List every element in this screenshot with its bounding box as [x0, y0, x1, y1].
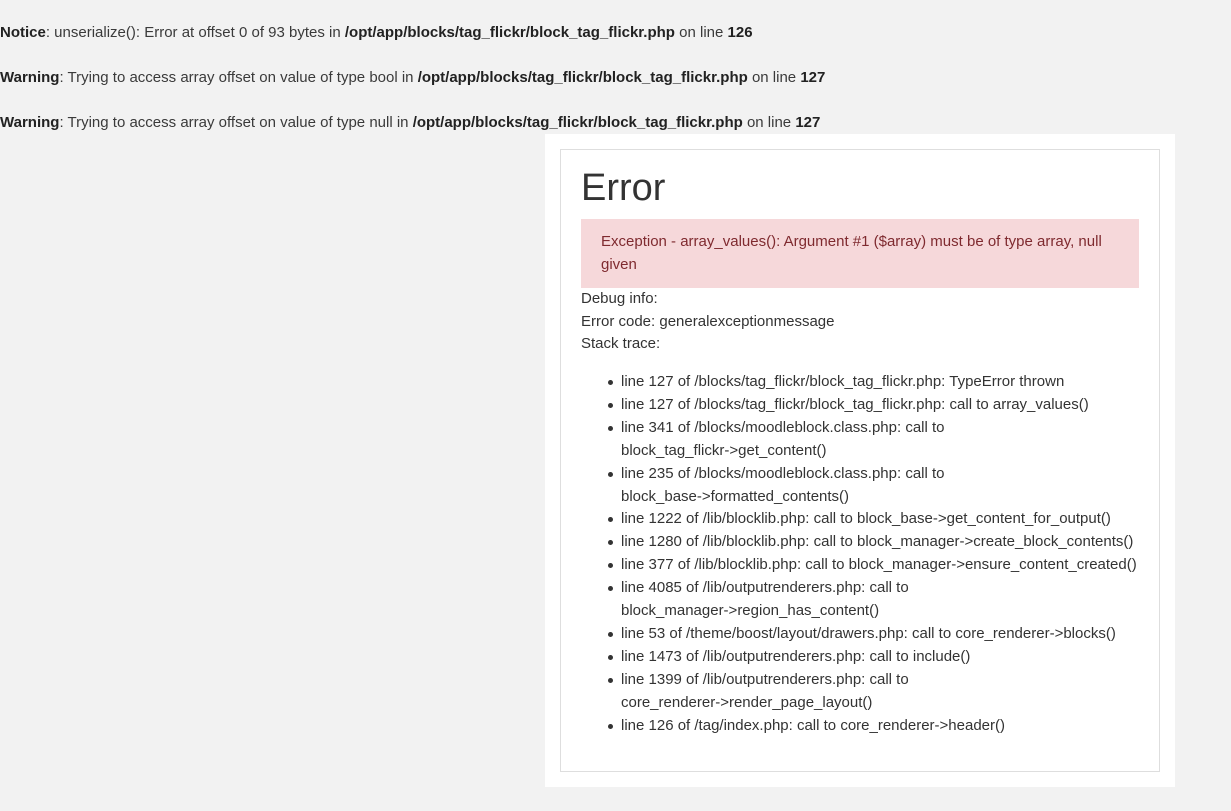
message-file-path: /opt/app/blocks/tag_flickr/block_tag_fli… — [344, 24, 675, 41]
message-text-line: on line — [742, 114, 796, 131]
stack-trace-item: line 1399 of /lib/outputrenderers.php: c… — [608, 669, 1181, 715]
message-text: : unserialize(): Error at offset 0 of 93… — [45, 24, 345, 41]
message-line-number: 127 — [800, 69, 826, 86]
stack-trace-item: line 4085 of /lib/outputrenderers.php: c… — [608, 577, 1181, 623]
message-text: : Trying to access array offset on value… — [59, 69, 418, 86]
php-notice-message: Notice: unserialize(): Error at offset 0… — [0, 23, 753, 43]
stack-trace-item: line 1473 of /lib/outputrenderers.php: c… — [608, 646, 1181, 669]
message-level: Warning — [0, 114, 60, 131]
php-warning-message: Warning: Trying to access array offset o… — [0, 113, 820, 133]
exception-alert: Exception - array_values(): Argument #1 … — [581, 219, 1139, 288]
message-line-number: 126 — [727, 24, 753, 41]
debug-info-label: Debug info: — [581, 290, 658, 307]
error-title: Error — [581, 167, 666, 209]
message-text: : Trying to access array offset on value… — [59, 114, 413, 131]
stack-trace-item: line 235 of /blocks/moodleblock.class.ph… — [608, 463, 1181, 509]
message-level: Warning — [0, 69, 60, 86]
message-file-path: /opt/app/blocks/tag_flickr/block_tag_fli… — [417, 69, 748, 86]
message-level: Notice — [0, 24, 46, 41]
error-page-panel: Error Exception - array_values(): Argume… — [545, 134, 1175, 787]
stack-trace-label: Stack trace: — [581, 335, 661, 352]
stack-trace-list: line 127 of /blocks/tag_flickr/block_tag… — [581, 371, 1181, 738]
stack-trace-item: line 1222 of /lib/blocklib.php: call to … — [608, 508, 1181, 531]
stack-trace-item: line 53 of /theme/boost/layout/drawers.p… — [608, 623, 1181, 646]
message-line-number: 127 — [795, 114, 821, 131]
stack-trace-item: line 126 of /tag/index.php: call to core… — [608, 715, 1181, 738]
message-text-line: on line — [674, 24, 728, 41]
stack-trace-item: line 127 of /blocks/tag_flickr/block_tag… — [608, 371, 1181, 394]
stack-trace-item: line 1280 of /lib/blocklib.php: call to … — [608, 531, 1181, 554]
debug-info: Debug info: Error code: generalexception… — [581, 288, 834, 356]
php-warning-message: Warning: Trying to access array offset o… — [0, 68, 825, 88]
message-text-line: on line — [747, 69, 801, 86]
error-box: Error Exception - array_values(): Argume… — [560, 149, 1160, 772]
stack-trace-item: line 341 of /blocks/moodleblock.class.ph… — [608, 417, 1181, 463]
message-file-path: /opt/app/blocks/tag_flickr/block_tag_fli… — [412, 114, 743, 131]
stack-trace-item: line 377 of /lib/blocklib.php: call to b… — [608, 554, 1181, 577]
stack-trace-item: line 127 of /blocks/tag_flickr/block_tag… — [608, 394, 1181, 417]
error-code-line: Error code: generalexceptionmessage — [581, 312, 835, 330]
